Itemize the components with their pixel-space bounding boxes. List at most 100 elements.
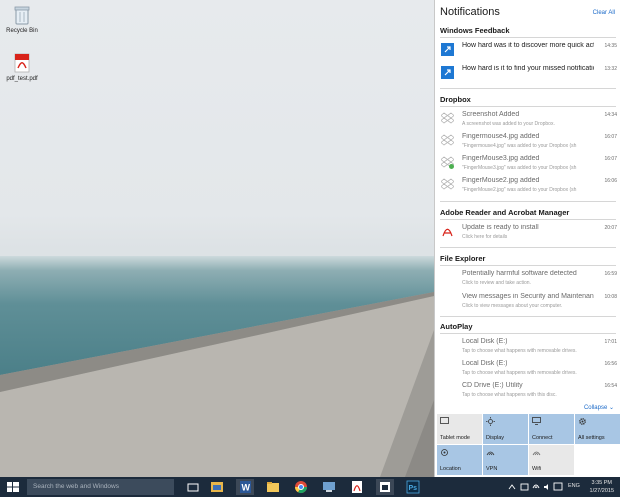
notification-time: 16:07 (604, 134, 617, 140)
desktop-icon-pdf[interactable]: pdf_test.pdf (2, 52, 42, 83)
notification-file-explorer[interactable]: View messages in Security and Maintenanc… (439, 293, 617, 313)
language-indicator[interactable]: ENG (568, 483, 580, 489)
notification-windows-feedback[interactable]: How hard was it to discover more quick a… (439, 42, 617, 62)
notification-autoplay[interactable]: Local Disk (E:) Tap to choose what happe… (439, 338, 617, 358)
dropbox-icon (441, 178, 454, 190)
notification-title: FingerMouse3.jpg added (462, 155, 540, 162)
notification-time: 16:59 (604, 271, 617, 277)
quick-action-connect[interactable]: Connect (529, 414, 574, 444)
quick-action-label: Connect (532, 435, 553, 441)
start-button[interactable] (0, 477, 26, 497)
section-title-file-explorer[interactable]: File Explorer (440, 254, 485, 263)
notification-time: 16:06 (604, 178, 617, 184)
wallpaper-pier (0, 292, 434, 477)
section-title-autoplay[interactable]: AutoPlay (440, 322, 473, 331)
section-divider (440, 316, 616, 317)
windows-logo-icon (7, 482, 19, 492)
section-divider (440, 201, 616, 202)
notification-title: FingerMouse2.jpg added (462, 177, 540, 184)
desktop-icon-label: Recycle Bin (6, 28, 38, 34)
connect-icon (532, 417, 541, 425)
notification-body: Tap to choose what happens with removabl… (462, 348, 577, 354)
notification-time: 10:08 (604, 294, 617, 300)
quick-action-label: VPN (486, 466, 498, 472)
notification-windows-feedback[interactable]: How hard is it to find your missed notif… (439, 65, 617, 85)
notification-title: CD Drive (E:) Utility (462, 382, 523, 389)
pdf-file-icon (14, 53, 30, 73)
dropbox-icon (441, 134, 454, 146)
file-explorer-folder-icon[interactable] (209, 479, 225, 495)
quick-action-label: Display (486, 435, 505, 441)
dropbox-icon (441, 112, 454, 124)
quick-action-wifi[interactable]: Wifi (529, 445, 574, 475)
quick-action-tablet-mode[interactable]: Tablet mode (437, 414, 482, 444)
desktop-wallpaper: Recycle Bin pdf_test.pdf (0, 0, 434, 477)
clear-all-link[interactable]: Clear All (593, 10, 615, 16)
notification-dropbox[interactable]: Screenshot Added A screenshot was added … (439, 111, 617, 131)
action-center-icon (553, 482, 563, 491)
notification-dropbox[interactable]: FingerMouse3.jpg added "FingerMouse3.jpg… (439, 155, 617, 175)
task-view-icon[interactable] (185, 479, 201, 495)
section-title-windows-feedback[interactable]: Windows Feedback (440, 26, 510, 35)
notification-dropbox[interactable]: Fingermouse4.jpg added "Fingermouse4.jpg… (439, 133, 617, 153)
quick-action-all-settings[interactable]: All settings (575, 414, 620, 444)
notification-file-explorer[interactable]: Potentially harmful software detected Cl… (439, 270, 617, 290)
notification-title: How hard is it to find your missed notif… (462, 65, 594, 72)
search-placeholder: Search the web and Windows (33, 483, 119, 490)
notification-time: 14:34 (604, 112, 617, 118)
notification-title: Local Disk (E:) (462, 360, 508, 367)
section-divider (440, 265, 616, 266)
section-divider (440, 37, 616, 38)
notification-title: How hard was it to discover more quick a… (462, 42, 594, 49)
notification-dropbox[interactable]: FingerMouse2.jpg added "FingerMouse2.jpg… (439, 177, 617, 197)
clock-date: 1/27/2015 (589, 488, 614, 494)
notification-body: Click to view messages about your comput… (462, 303, 563, 309)
quick-action-location[interactable]: Location (437, 445, 482, 475)
brightness-icon (486, 417, 495, 426)
clock-time: 3:35 PM (591, 480, 612, 486)
collapse-label: Collapse (583, 405, 608, 411)
notification-adobe-update[interactable]: Update is ready to install Click here fo… (439, 224, 617, 244)
system-tray (508, 482, 563, 491)
network-icon[interactable] (321, 479, 337, 495)
section-divider (440, 333, 616, 334)
notification-time: 17:01 (604, 339, 617, 345)
notification-body: Tap to choose what happens with this dis… (462, 392, 557, 398)
acrobat-icon (442, 228, 453, 237)
dropbox-synced-icon (441, 156, 454, 169)
location-icon (441, 449, 448, 456)
action-center-header: Notifications Clear All (435, 0, 620, 22)
store-icon[interactable] (377, 479, 393, 495)
file-explorer-icon[interactable] (265, 479, 281, 495)
section-divider (440, 247, 616, 248)
photoshop-icon[interactable]: Ps (405, 479, 421, 495)
quick-action-display[interactable]: Display (483, 414, 528, 444)
taskbar: Search the web and Windows W Ps ENG 3:35… (0, 477, 620, 497)
notification-autoplay[interactable]: Local Disk (E:) Tap to choose what happe… (439, 360, 617, 380)
notification-body: "Fingermouse4.jpg" was added to your Dro… (462, 143, 577, 149)
notification-time: 16:54 (604, 383, 617, 389)
vpn-icon (486, 451, 495, 456)
word-icon[interactable]: W (237, 479, 253, 495)
notification-autoplay[interactable]: CD Drive (E:) Utility Tap to choose what… (439, 382, 617, 402)
pdf-reader-icon[interactable] (349, 479, 365, 495)
section-title-dropbox[interactable]: Dropbox (440, 95, 471, 104)
quick-action-label: All settings (578, 435, 605, 441)
notification-time: 13:32 (604, 66, 617, 72)
recycle-bin-icon (14, 6, 30, 25)
chrome-icon[interactable] (293, 479, 309, 495)
quick-action-label: Tablet mode (440, 435, 470, 441)
network-tray-icon (532, 484, 540, 489)
show-hidden-icons-icon (508, 484, 516, 490)
desktop-icon-recycle-bin[interactable]: Recycle Bin (2, 4, 42, 35)
svg-text:W: W (242, 483, 251, 493)
quick-action-vpn[interactable]: VPN (483, 445, 528, 475)
search-box[interactable]: Search the web and Windows (27, 479, 174, 495)
notification-title: Fingermouse4.jpg added (462, 133, 540, 140)
gear-icon (579, 418, 586, 425)
collapse-link[interactable]: Collapse ⌄ (584, 404, 614, 411)
section-title-adobe[interactable]: Adobe Reader and Acrobat Manager (440, 208, 569, 217)
notification-time: 20:07 (604, 225, 617, 231)
clock[interactable]: 3:35 PM 1/27/2015 (590, 479, 614, 495)
section-divider (440, 106, 616, 107)
